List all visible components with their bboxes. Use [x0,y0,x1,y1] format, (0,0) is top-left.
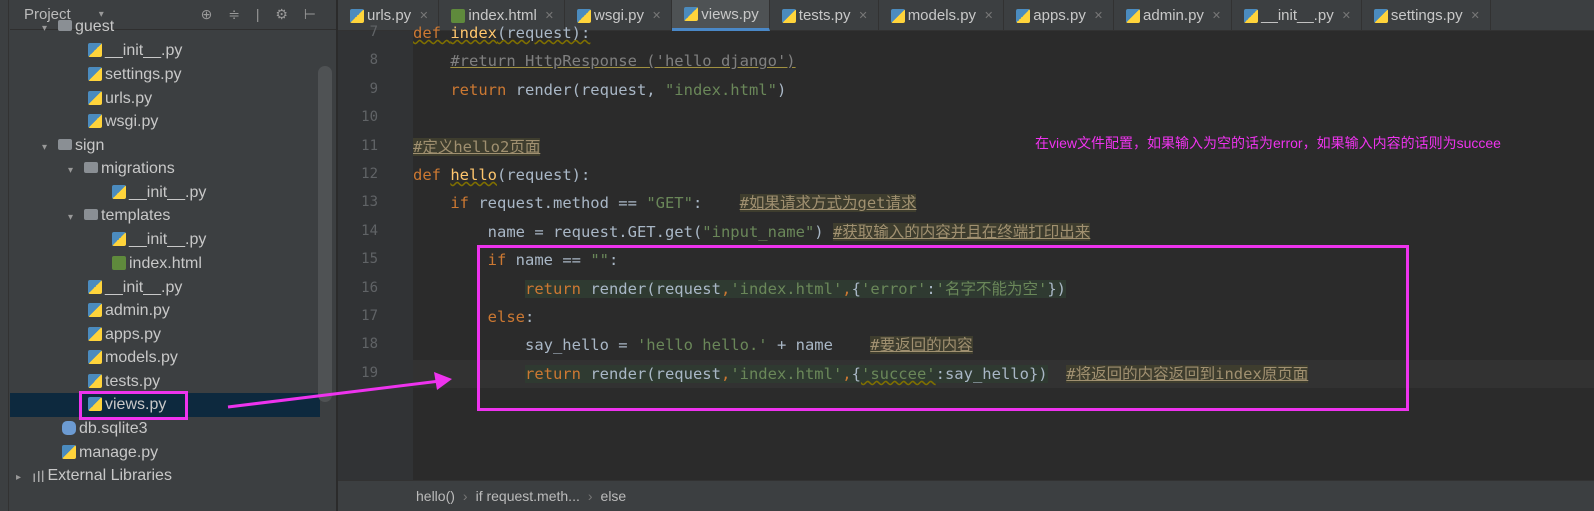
breadcrumb: hello() › if request.meth... › else [338,480,1594,511]
annotation-arrow [227,372,452,409]
breadcrumb-item[interactable]: else [601,488,627,504]
breadcrumb-item[interactable]: hello() [416,488,455,504]
breadcrumb-item[interactable]: if request.meth... [476,488,580,504]
